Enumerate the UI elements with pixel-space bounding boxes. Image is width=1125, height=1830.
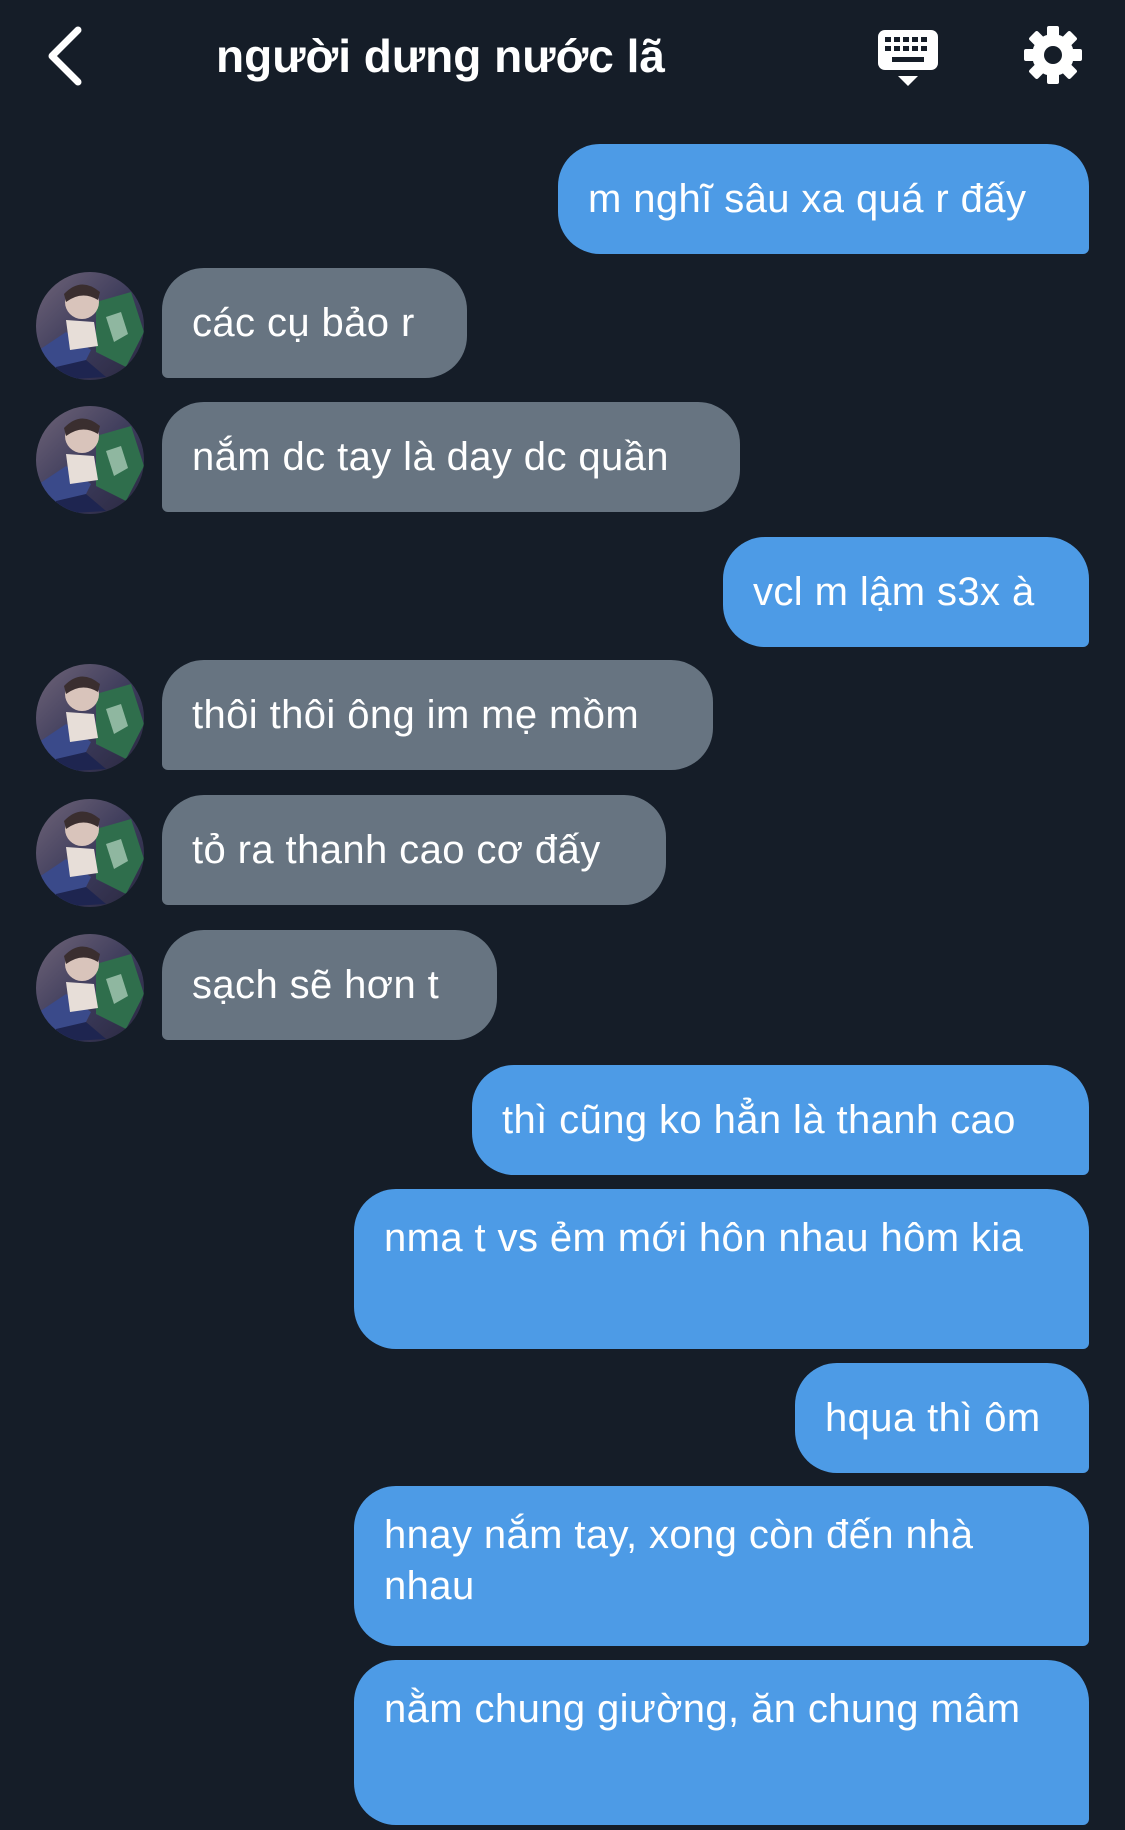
keyboard-icon (878, 30, 938, 86)
message-bubble-outgoing[interactable]: hqua thì ôm (795, 1363, 1089, 1473)
message-bubble-incoming[interactable]: tỏ ra thanh cao cơ đấy (162, 795, 666, 905)
chat-header: người dưng nước lã (0, 0, 1125, 115)
message-bubble-outgoing[interactable]: nằm chung giường, ăn chung mâm (354, 1660, 1089, 1825)
avatar[interactable] (36, 799, 144, 907)
message-bubble-incoming[interactable]: thôi thôi ông im mẹ mồm (162, 660, 713, 770)
message-bubble-outgoing[interactable]: thì cũng ko hẳn là thanh cao (472, 1065, 1089, 1175)
gear-icon (1024, 26, 1082, 84)
settings-button[interactable] (1022, 24, 1084, 86)
avatar[interactable] (36, 272, 144, 380)
back-button[interactable] (38, 20, 98, 90)
message-bubble-incoming[interactable]: nắm dc tay là day dc quần (162, 402, 740, 512)
message-bubble-outgoing[interactable]: hnay nắm tay, xong còn đến nhà nhau (354, 1486, 1089, 1646)
message-bubble-outgoing[interactable]: nma t vs ẻm mới hôn nhau hôm kia (354, 1189, 1089, 1349)
message-bubble-incoming[interactable]: sạch sẽ hơn t (162, 930, 497, 1040)
chevron-left-icon (48, 26, 82, 86)
conversation-title: người dưng nước lã (216, 30, 665, 82)
avatar[interactable] (36, 664, 144, 772)
message-bubble-outgoing[interactable]: m nghĩ sâu xa quá r đấy (558, 144, 1089, 254)
avatar[interactable] (36, 934, 144, 1042)
message-bubble-incoming[interactable]: các cụ bảo r (162, 268, 467, 378)
message-bubble-outgoing[interactable]: vcl m lậm s3x à (723, 537, 1089, 647)
avatar[interactable] (36, 406, 144, 514)
keyboard-button[interactable] (876, 26, 940, 90)
